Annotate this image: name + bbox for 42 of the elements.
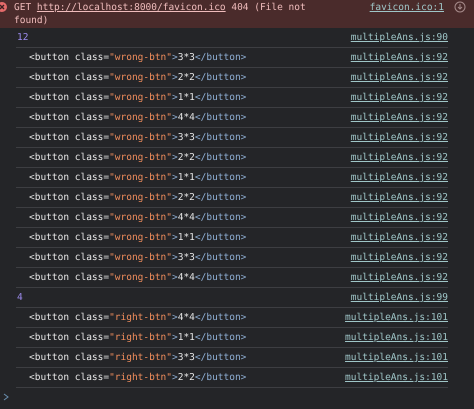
error-icon xyxy=(0,2,7,12)
source-link[interactable]: multipleAns.js:92 xyxy=(350,252,448,263)
source-link[interactable]: multipleAns.js:92 xyxy=(350,212,448,223)
source-link[interactable]: multipleAns.js:101 xyxy=(345,332,448,343)
source-link[interactable]: multipleAns.js:92 xyxy=(350,172,448,183)
source-link[interactable]: multipleAns.js:101 xyxy=(345,352,448,363)
download-icon[interactable] xyxy=(454,1,466,13)
source-link[interactable]: multipleAns.js:99 xyxy=(350,292,448,303)
source-link[interactable]: multipleAns.js:92 xyxy=(350,272,448,283)
log-message: <button class="wrong-btn">2*2</button> xyxy=(28,152,246,163)
source-link[interactable]: multipleAns.js:92 xyxy=(350,192,448,203)
source-link[interactable]: multipleAns.js:92 xyxy=(350,132,448,143)
log-message: <button class="right-btn">1*1</button> xyxy=(28,332,246,343)
log-message: <button class="wrong-btn">1*1</button> xyxy=(28,172,246,183)
log-message: <button class="wrong-btn">3*3</button> xyxy=(28,52,246,63)
log-message: <button class="wrong-btn">2*2</button> xyxy=(28,192,246,203)
error-message: GET http://localhost:8000/favicon.ico 404 (File not found) xyxy=(14,1,307,27)
log-message: 4 xyxy=(16,292,23,303)
log-message: <button class="wrong-btn">4*4</button> xyxy=(28,212,246,223)
source-link[interactable]: multipleAns.js:101 xyxy=(345,372,448,383)
log-message: <button class="wrong-btn">2*2</button> xyxy=(28,72,246,83)
prompt-chevron-icon xyxy=(3,393,9,401)
log-message: <button class="right-btn">2*2</button> xyxy=(28,372,246,383)
source-link[interactable]: multipleAns.js:92 xyxy=(350,152,448,163)
log-message: <button class="wrong-btn">4*4</button> xyxy=(28,112,246,123)
source-link[interactable]: multipleAns.js:92 xyxy=(350,112,448,123)
log-message: <button class="wrong-btn">1*1</button> xyxy=(28,92,246,103)
log-message: <button class="wrong-btn">3*3</button> xyxy=(28,252,246,263)
log-message: <button class="right-btn">3*3</button> xyxy=(28,352,246,363)
log-message: <button class="wrong-btn">3*3</button> xyxy=(28,132,246,143)
source-link[interactable]: multipleAns.js:92 xyxy=(350,92,448,103)
log-message: <button class="wrong-btn">4*4</button> xyxy=(28,272,246,283)
source-link[interactable]: multipleAns.js:101 xyxy=(345,312,448,323)
source-link[interactable]: multipleAns.js:92 xyxy=(350,72,448,83)
log-message: <button class="wrong-btn">1*1</button> xyxy=(28,232,246,243)
source-link[interactable]: multipleAns.js:92 xyxy=(350,52,448,63)
source-link[interactable]: multipleAns.js:92 xyxy=(350,232,448,243)
log-message: <button class="right-btn">4*4</button> xyxy=(28,312,246,323)
log-message: 12 xyxy=(16,32,28,43)
source-link[interactable]: multipleAns.js:90 xyxy=(350,32,448,43)
source-link[interactable]: favicon.ico:1 xyxy=(370,1,444,14)
url-link[interactable]: http://localhost:8000/favicon.ico xyxy=(36,2,226,13)
